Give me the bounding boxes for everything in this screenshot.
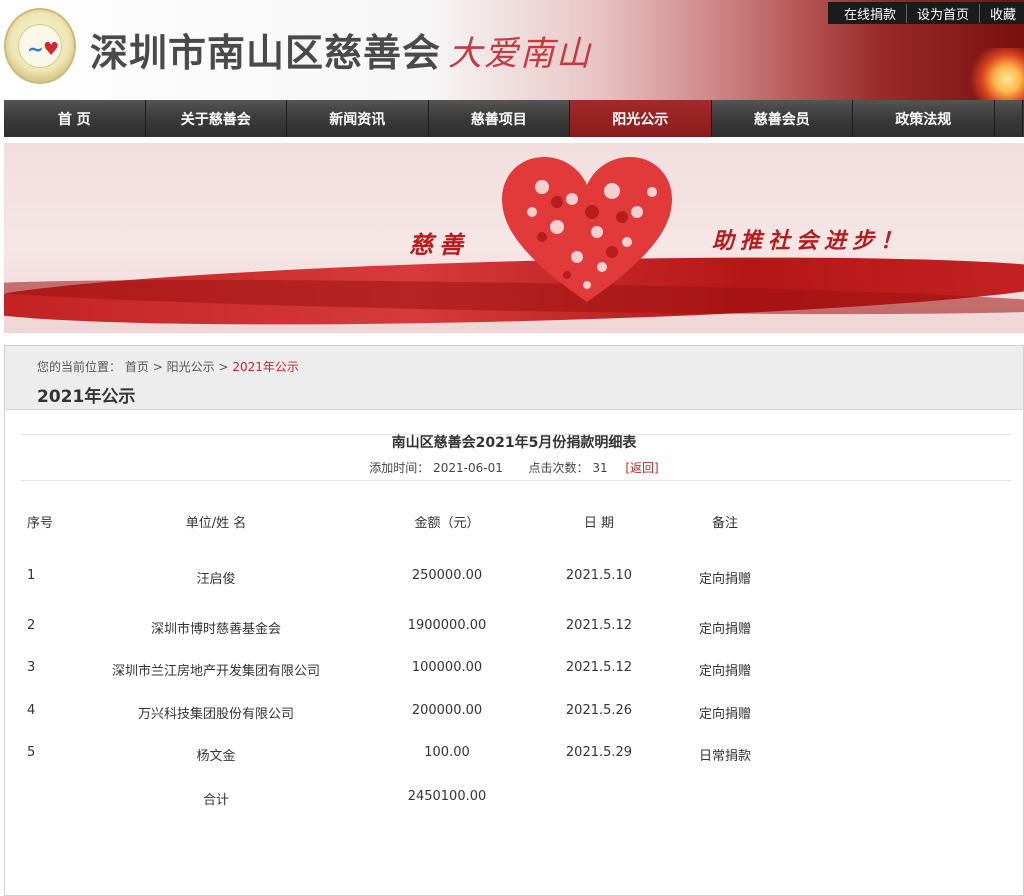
- table-cell-index: 5: [27, 745, 36, 760]
- back-link[interactable]: [返回]: [625, 461, 658, 475]
- nav-more[interactable]: [994, 100, 1023, 137]
- table-cell-index: 3: [27, 660, 36, 675]
- click-count-value: 31: [592, 461, 608, 475]
- breadcrumb: 您的当前位置： 首页 > 阳光公示 > 2021年公示: [37, 358, 299, 375]
- table-cell-note: 定向捐赠: [698, 707, 751, 722]
- table-cell-index: 1: [27, 568, 36, 583]
- top-links: 在线捐款 设为首页 收藏: [827, 2, 1024, 24]
- table-cell-note: 定向捐赠: [698, 572, 751, 587]
- nav-policies[interactable]: 政策法规: [853, 100, 995, 137]
- breadcrumb-home[interactable]: 首页: [125, 360, 149, 374]
- table-cell-name: 杨文金: [196, 749, 236, 764]
- added-time-label: 添加时间：: [369, 461, 430, 475]
- article-meta: 添加时间： 2021-06-01 点击次数： 31 [返回]: [5, 459, 1023, 476]
- table-header-note: 备注: [711, 516, 738, 531]
- table-cell-date: 2021.5.10: [565, 568, 633, 583]
- logo-mark-icon: ~: [27, 37, 44, 61]
- divider: [21, 480, 1011, 481]
- breadcrumb-sep: >: [152, 360, 163, 374]
- table-cell-date: 2021.5.12: [565, 660, 633, 675]
- breadcrumb-bar: 您的当前位置： 首页 > 阳光公示 > 2021年公示 2021年公示: [5, 346, 1023, 410]
- table-total-value: 2450100.00: [407, 789, 487, 804]
- table-cell-index: 2: [27, 618, 36, 633]
- table-header-date: 日 期: [583, 516, 615, 531]
- table-cell-name: 汪启俊: [196, 572, 236, 587]
- page-title: 2021年公示: [37, 387, 136, 407]
- article-title: 南山区慈善会2021年5月份捐款明细表: [391, 435, 637, 451]
- nav-public-notice[interactable]: 阳光公示: [570, 100, 712, 137]
- nav-home[interactable]: 首 页: [4, 100, 146, 137]
- table-cell-amount: 200000.00: [411, 703, 483, 718]
- table-cell-amount: 100.00: [424, 745, 470, 760]
- charity-banner: 慈善 助推社会进步！: [4, 143, 1024, 333]
- table-cell-note: 定向捐赠: [698, 664, 751, 679]
- heart-icon: [502, 157, 672, 302]
- table-total-label: 合计: [202, 793, 229, 808]
- breadcrumb-current[interactable]: 2021年公示: [232, 360, 299, 374]
- logo-heart-icon: ♥: [43, 39, 60, 60]
- main-nav: 首 页 关于慈善会 新闻资讯 慈善项目 阳光公示 慈善会员 政策法规: [4, 100, 1024, 137]
- table-header-amount: 金额（元）: [414, 516, 480, 531]
- bookmark-link[interactable]: 收藏: [980, 4, 1018, 23]
- table-header-index: 序号: [27, 516, 54, 531]
- nav-about[interactable]: 关于慈善会: [145, 100, 287, 137]
- table-header-name: 单位/姓 名: [185, 516, 247, 531]
- nav-members[interactable]: 慈善会员: [711, 100, 853, 137]
- site-title: 深圳市南山区慈善会: [90, 31, 442, 75]
- table-cell-date: 2021.5.26: [565, 703, 633, 718]
- table-cell-amount: 100000.00: [411, 660, 483, 675]
- table-cell-name: 深圳市博时慈善基金会: [150, 622, 281, 637]
- breadcrumb-sep: >: [218, 360, 229, 374]
- set-homepage-link[interactable]: 设为首页: [907, 3, 980, 23]
- logo-emblem: ~ ♥: [18, 24, 62, 68]
- table-cell-note: 定向捐赠: [698, 622, 751, 637]
- site-header: ~ ♥ 深圳市南山区慈善会 大爱南山 在线捐款 设为首页 收藏: [0, 0, 1024, 100]
- table-cell-name: 万兴科技集团股份有限公司: [137, 707, 294, 722]
- banner-right-text: 助推社会进步！: [712, 228, 909, 254]
- added-time-value: 2021-06-01: [433, 461, 503, 475]
- nav-projects[interactable]: 慈善项目: [428, 100, 570, 137]
- banner-left-text: 慈善: [409, 230, 469, 259]
- breadcrumb-label: 您的当前位置：: [37, 360, 122, 374]
- online-donate-link[interactable]: 在线捐款: [834, 3, 907, 23]
- table-cell-amount: 250000.00: [411, 568, 483, 583]
- table-cell-amount: 1900000.00: [407, 618, 487, 633]
- table-cell-name: 深圳市兰江房地产开发集团有限公司: [111, 664, 320, 679]
- table-cell-date: 2021.5.29: [565, 745, 633, 760]
- content-panel: 您的当前位置： 首页 > 阳光公示 > 2021年公示 2021年公示 南山区慈…: [4, 345, 1024, 896]
- charity-logo[interactable]: ~ ♥: [4, 8, 76, 84]
- site-slogan: 大爱南山: [448, 34, 592, 74]
- nav-news[interactable]: 新闻资讯: [287, 100, 429, 137]
- breadcrumb-section[interactable]: 阳光公示: [167, 360, 215, 374]
- candle-flame-image: [968, 48, 1024, 100]
- table-cell-date: 2021.5.12: [565, 618, 633, 633]
- table-cell-note: 日常捐款: [698, 749, 751, 764]
- click-count-label: 点击次数：: [528, 461, 589, 475]
- heart-graphic: [484, 149, 694, 302]
- table-cell-index: 4: [27, 703, 36, 718]
